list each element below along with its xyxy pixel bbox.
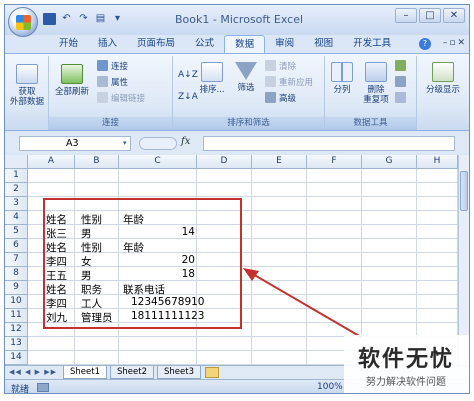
watermark-logo: 软件无忧 <box>358 347 455 372</box>
macro-record-icon[interactable] <box>37 383 49 392</box>
sheet-tab-sheet3[interactable]: Sheet3 <box>157 366 201 379</box>
office-logo-icon <box>16 15 31 30</box>
excel-window: ↶ ↷ ▤ ▾ Book1 - Microsoft Excel – □ ✕ 开始… <box>4 4 470 394</box>
zoom-level[interactable]: 100% <box>317 382 343 392</box>
sheet-tab-sheet1[interactable]: Sheet1 <box>63 366 107 379</box>
sheet-tab-sheet2[interactable]: Sheet2 <box>110 366 154 379</box>
status-ready: 就绪 <box>11 385 30 394</box>
sheet-nav-arrows-icon[interactable]: ◀◀ ◀ ▶ ▶▶ <box>9 368 57 376</box>
insert-sheet-icon[interactable] <box>205 367 219 378</box>
office-button[interactable] <box>8 7 38 37</box>
watermark-subtitle: 努力解决软件问题 <box>366 377 446 388</box>
watermark: 软件无忧 努力解决软件问题 <box>344 335 469 393</box>
